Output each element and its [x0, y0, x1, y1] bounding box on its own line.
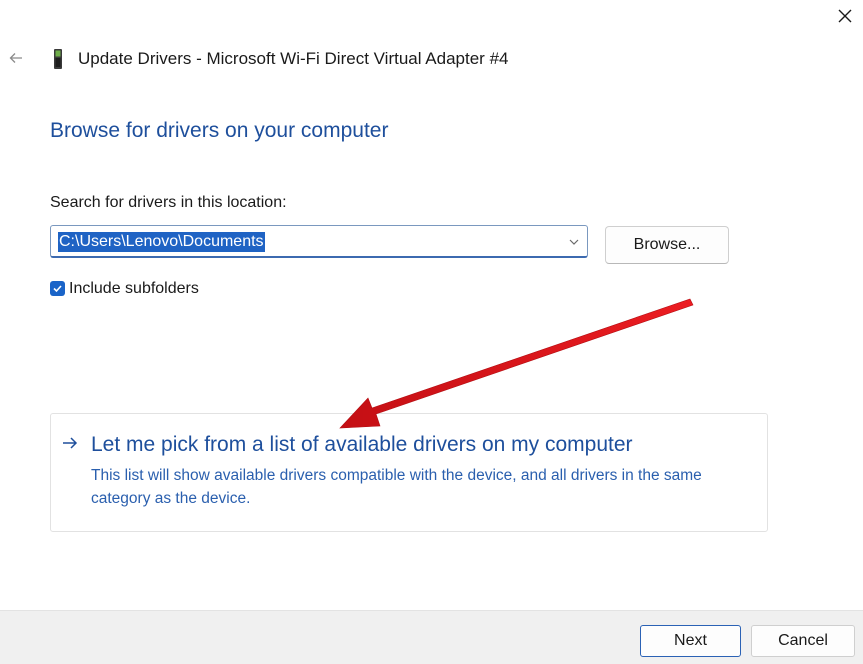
pick-from-list-option[interactable]: Let me pick from a list of available dri… [50, 413, 768, 532]
back-arrow-icon [9, 53, 22, 63]
browse-button[interactable]: Browse... [605, 226, 729, 264]
next-button[interactable]: Next [640, 625, 741, 657]
close-button[interactable] [830, 2, 860, 30]
update-drivers-window: Update Drivers - Microsoft Wi-Fi Direct … [0, 0, 863, 664]
red-annotation-arrow [339, 298, 694, 429]
include-subfolders-label[interactable]: Include subfolders [69, 280, 199, 298]
include-subfolders-checkbox[interactable] [50, 281, 65, 296]
page-heading: Browse for drivers on your computer [50, 119, 389, 142]
driver-path-combobox[interactable]: C:\Users\Lenovo\Documents [50, 225, 588, 258]
driver-path-value: C:\Users\Lenovo\Documents [58, 232, 265, 252]
back-button[interactable] [4, 46, 28, 70]
chevron-down-icon[interactable] [567, 235, 581, 249]
pick-from-list-title[interactable]: Let me pick from a list of available dri… [91, 433, 633, 457]
window-title: Update Drivers - Microsoft Wi-Fi Direct … [78, 49, 509, 68]
right-arrow-icon [63, 437, 78, 449]
dialog-footer: Next Cancel [0, 610, 863, 664]
close-icon [838, 9, 852, 23]
checkmark-icon [53, 285, 62, 293]
pick-from-list-description: This list will show available drivers co… [91, 467, 702, 507]
search-location-label: Search for drivers in this location: [50, 194, 287, 211]
device-icon [54, 49, 62, 69]
cancel-button[interactable]: Cancel [751, 625, 855, 657]
